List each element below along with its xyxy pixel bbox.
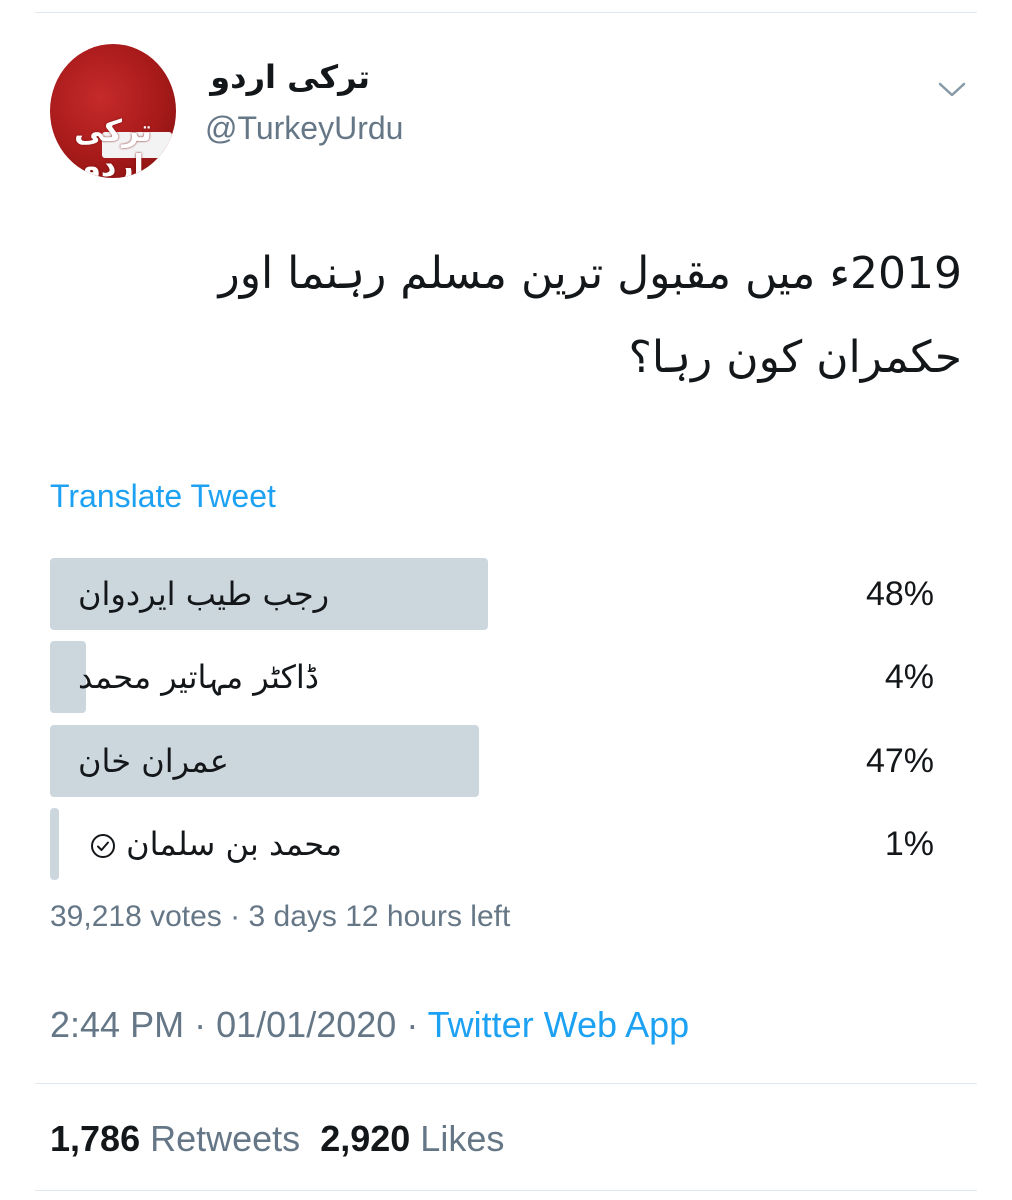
poll-option-label: عمران خان [78, 742, 229, 780]
poll-option-label: محمد بن سلمان [126, 825, 343, 863]
poll-option: رجب طیب ایردوان 48% [50, 558, 940, 630]
poll-result-bar [50, 808, 60, 880]
retweets-label: Retweets [150, 1118, 301, 1159]
poll-option-percent: 48% [865, 575, 934, 613]
poll-option-label: ڈاکٹر مہاتیر محمد [78, 658, 319, 696]
timestamp-separator: · [194, 1004, 207, 1045]
poll-option: محمد بن سلمان 1% [50, 808, 940, 880]
bottom-divider [35, 1190, 977, 1191]
likes-count: 2,920 [320, 1118, 411, 1159]
poll-option-percent: 1% [884, 825, 934, 863]
tweet-timestamp: 2:44 PM · 01/01/2020 · Twitter Web App [50, 1004, 689, 1046]
poll-option: ڈاکٹر مہاتیر محمد 4% [50, 641, 940, 713]
chevron-down-icon[interactable] [934, 74, 970, 104]
stats-divider [35, 1083, 977, 1084]
top-divider [35, 12, 977, 13]
likes-label: Likes [420, 1118, 505, 1159]
poll-vote-count: 39,218 votes [50, 900, 222, 933]
author-handle[interactable]: @TurkeyUrdu [205, 110, 403, 147]
avatar[interactable]: ترکی اردو [50, 44, 176, 178]
poll-option-percent: 47% [865, 742, 934, 780]
poll-option-label-wrap: محمد بن سلمان [78, 808, 342, 880]
tweet-text-line-2: حکمران کون رہا؟ [628, 332, 962, 383]
likes-stat[interactable]: 2,920 Likes [320, 1118, 504, 1159]
tweet-text-line-1: 2019ء میں مقبول ترین مسلم رہنما اور [218, 248, 962, 299]
poll-meta-separator: · [230, 900, 241, 933]
retweets-count: 1,786 [50, 1118, 141, 1159]
check-circle-icon [91, 834, 115, 858]
poll-option-percent: 4% [884, 658, 934, 696]
avatar-logo-text: ترکی اردو [74, 114, 152, 178]
timestamp-separator: · [406, 1004, 419, 1045]
poll-option-label: رجب طیب ایردوان [78, 575, 330, 613]
tweet-time[interactable]: 2:44 PM [50, 1004, 184, 1045]
tweet-date[interactable]: 01/01/2020 [216, 1004, 396, 1045]
retweets-stat[interactable]: 1,786 Retweets [50, 1118, 300, 1159]
translate-tweet-link[interactable]: Translate Tweet [50, 478, 276, 515]
tweet-source-link[interactable]: Twitter Web App [428, 1004, 689, 1045]
tweet-text: 2019ء میں مقبول ترین مسلم رہنما اور حکمر… [100, 232, 962, 400]
author-display-name[interactable]: ترکی اردو [210, 58, 370, 96]
poll-meta: 39,218 votes · 3 days 12 hours left [50, 900, 510, 934]
poll-option: عمران خان 47% [50, 725, 940, 797]
tweet-stats: 1,786 Retweets 2,920 Likes [50, 1118, 504, 1160]
poll-time-left: 3 days 12 hours left [248, 900, 511, 933]
